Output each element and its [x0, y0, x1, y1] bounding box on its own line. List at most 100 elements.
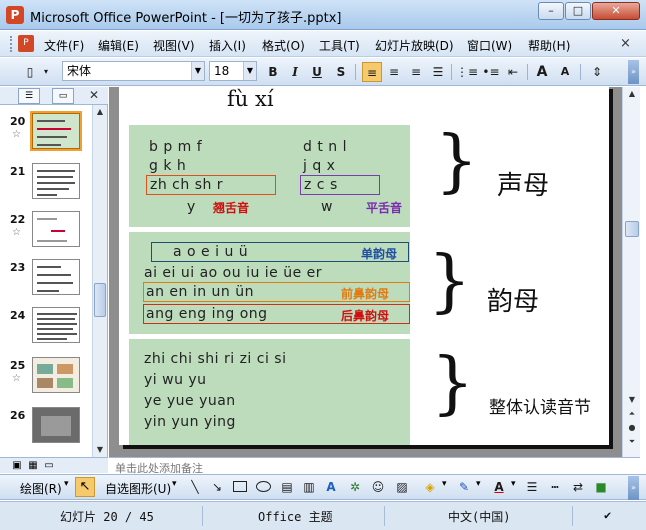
- whole-syllables-panel[interactable]: zhi chi shi ri zi ci si yi wu yu ye yue …: [129, 339, 410, 445]
- clip-art-icon[interactable]: ☺: [368, 477, 388, 497]
- normal-view-icon[interactable]: ▣: [10, 459, 24, 473]
- scroll-up-icon[interactable]: ▲: [93, 105, 107, 119]
- chevron-down-icon[interactable]: ▾: [172, 479, 177, 489]
- menu-view[interactable]: 视图(V): [153, 37, 195, 54]
- toolbar-overflow-icon[interactable]: »: [628, 60, 639, 84]
- toolbar-options-icon[interactable]: ▾: [40, 62, 52, 82]
- line-color-icon[interactable]: ✎: [454, 477, 474, 497]
- slide-thumbnail[interactable]: 23: [0, 259, 92, 307]
- initials-panel[interactable]: b p m f d t n l g k h j q x zh ch sh r z…: [129, 125, 410, 227]
- close-panel-icon[interactable]: ✕: [89, 88, 99, 102]
- toolbar-overflow-icon[interactable]: »: [628, 476, 639, 500]
- chevron-down-icon[interactable]: ▾: [64, 479, 69, 489]
- menu-tools[interactable]: 工具(T): [319, 37, 360, 54]
- oval-tool-icon[interactable]: [256, 481, 271, 492]
- wordart-icon[interactable]: A: [321, 477, 341, 497]
- spelling-check-icon[interactable]: ✔: [604, 508, 611, 522]
- new-document-icon[interactable]: ▯: [20, 62, 40, 82]
- slide-thumbnail[interactable]: 26: [0, 407, 92, 455]
- menu-file[interactable]: 文件(F): [44, 37, 84, 54]
- select-pointer-icon[interactable]: ↖: [75, 477, 95, 497]
- line-tool-icon[interactable]: ╲: [185, 477, 205, 497]
- rectangle-tool-icon[interactable]: [233, 481, 247, 492]
- slide-canvas[interactable]: fù xí b p m f d t n l g k h j q x zh ch …: [119, 87, 609, 445]
- line-spacing-icon[interactable]: ⇕: [587, 62, 607, 82]
- slide-thumbnail[interactable]: 20 ☆: [0, 111, 92, 161]
- toolbar-grip[interactable]: [10, 36, 13, 52]
- back-nasal-finals: ang eng ing ong: [146, 306, 268, 322]
- chevron-down-icon[interactable]: ▾: [442, 479, 447, 489]
- slide-thumbnail[interactable]: 24: [0, 307, 92, 355]
- bullets-icon[interactable]: •≡: [481, 62, 501, 82]
- finals-panel[interactable]: a o e i u ü 单韵母 ai ei ui ao ou iu ie üe …: [129, 232, 410, 334]
- font-color-icon[interactable]: A: [489, 477, 509, 497]
- vertical-text-box-icon[interactable]: ▥: [299, 477, 319, 497]
- initials-brace-icon: }: [435, 122, 479, 201]
- slide-thumbnail[interactable]: 21: [0, 163, 92, 211]
- document-icon[interactable]: P: [18, 35, 34, 52]
- scroll-down-icon[interactable]: ▼: [93, 443, 107, 457]
- align-right-icon[interactable]: ≡: [406, 62, 426, 82]
- slide-thumbnail[interactable]: 22 ☆: [0, 211, 92, 259]
- grow-font-button[interactable]: A: [532, 62, 552, 82]
- menu-slideshow[interactable]: 幻灯片放映(D): [375, 37, 454, 54]
- picture-icon[interactable]: ▨: [392, 477, 412, 497]
- formatting-toolbar: ▯ ▾ 宋体 ▼ 18 ▼ B I U S ≡ ≡ ≡ ☰ ⋮≡ •≡ ⇤ A …: [0, 58, 646, 86]
- draw-menu-button[interactable]: 绘图(R): [20, 480, 62, 497]
- numbering-icon[interactable]: ⋮≡: [456, 62, 478, 82]
- select-browse-object-icon[interactable]: ●: [625, 421, 639, 434]
- diagram-icon[interactable]: ✲: [345, 477, 365, 497]
- arrow-tool-icon[interactable]: ↘: [207, 477, 227, 497]
- slides-tab-icon[interactable]: ▭: [52, 88, 74, 104]
- chevron-down-icon[interactable]: ▾: [476, 479, 481, 489]
- slide-sorter-view-icon[interactable]: ▦: [26, 459, 40, 473]
- menu-window[interactable]: 窗口(W): [467, 37, 512, 54]
- panel-scrollbar[interactable]: ▲ ▼: [92, 105, 107, 457]
- menu-format[interactable]: 格式(O): [262, 37, 305, 54]
- menu-help[interactable]: 帮助(H): [528, 37, 570, 54]
- fill-color-icon[interactable]: ◈: [420, 477, 440, 497]
- maximize-button[interactable]: □: [565, 2, 591, 20]
- text-box-icon[interactable]: ▤: [277, 477, 297, 497]
- whole-syllables-category[interactable]: 整体认读音节: [489, 393, 591, 418]
- slide-thumbnail[interactable]: 25 ☆: [0, 357, 92, 405]
- shadow-button[interactable]: S: [331, 62, 351, 82]
- next-slide-icon[interactable]: ⏷: [625, 435, 639, 448]
- align-center-icon[interactable]: ≡: [384, 62, 404, 82]
- chevron-down-icon[interactable]: ▼: [191, 62, 204, 80]
- scroll-thumb[interactable]: [625, 221, 639, 237]
- chevron-down-icon[interactable]: ▾: [511, 479, 516, 489]
- scroll-thumb[interactable]: [94, 283, 106, 317]
- line-style-icon[interactable]: ☰: [522, 477, 542, 497]
- previous-slide-icon[interactable]: ⏶: [625, 407, 639, 420]
- slideshow-view-icon[interactable]: ▭: [42, 459, 56, 473]
- align-left-icon[interactable]: ≡: [362, 62, 382, 82]
- font-name-combo[interactable]: 宋体 ▼: [62, 61, 205, 81]
- notes-pane[interactable]: 单击此处添加备注: [109, 457, 640, 475]
- menu-insert[interactable]: 插入(I): [209, 37, 246, 54]
- distributed-icon[interactable]: ☰: [428, 62, 448, 82]
- decrease-indent-icon[interactable]: ⇤: [503, 62, 523, 82]
- chevron-down-icon[interactable]: ▼: [243, 62, 256, 80]
- slide-heading[interactable]: fù xí: [227, 87, 274, 111]
- initials-category[interactable]: 声母: [497, 165, 549, 202]
- finals-category[interactable]: 韵母: [487, 281, 539, 318]
- underline-button[interactable]: U: [307, 62, 327, 82]
- powerpoint-app-icon[interactable]: P: [6, 6, 24, 24]
- arrow-style-icon[interactable]: ⇄: [568, 477, 588, 497]
- autoshapes-menu-button[interactable]: 自选图形(U): [105, 480, 171, 497]
- menu-edit[interactable]: 编辑(E): [98, 37, 139, 54]
- scroll-up-icon[interactable]: ▲: [625, 87, 639, 100]
- slide-scrollbar[interactable]: ▲ ▼ ⏶ ● ⏷: [622, 87, 640, 457]
- dash-style-icon[interactable]: ┅: [545, 477, 565, 497]
- font-size-combo[interactable]: 18 ▼: [209, 61, 257, 81]
- outline-tab-icon[interactable]: ☰: [18, 88, 40, 104]
- shadow-style-icon[interactable]: ■: [591, 477, 611, 497]
- minimize-button[interactable]: –: [538, 2, 564, 20]
- italic-button[interactable]: I: [285, 62, 305, 82]
- document-close-icon[interactable]: ×: [620, 36, 631, 51]
- shrink-font-button[interactable]: A: [555, 62, 575, 82]
- close-button[interactable]: ✕: [592, 2, 640, 20]
- bold-button[interactable]: B: [263, 62, 283, 82]
- scroll-down-icon[interactable]: ▼: [625, 393, 639, 406]
